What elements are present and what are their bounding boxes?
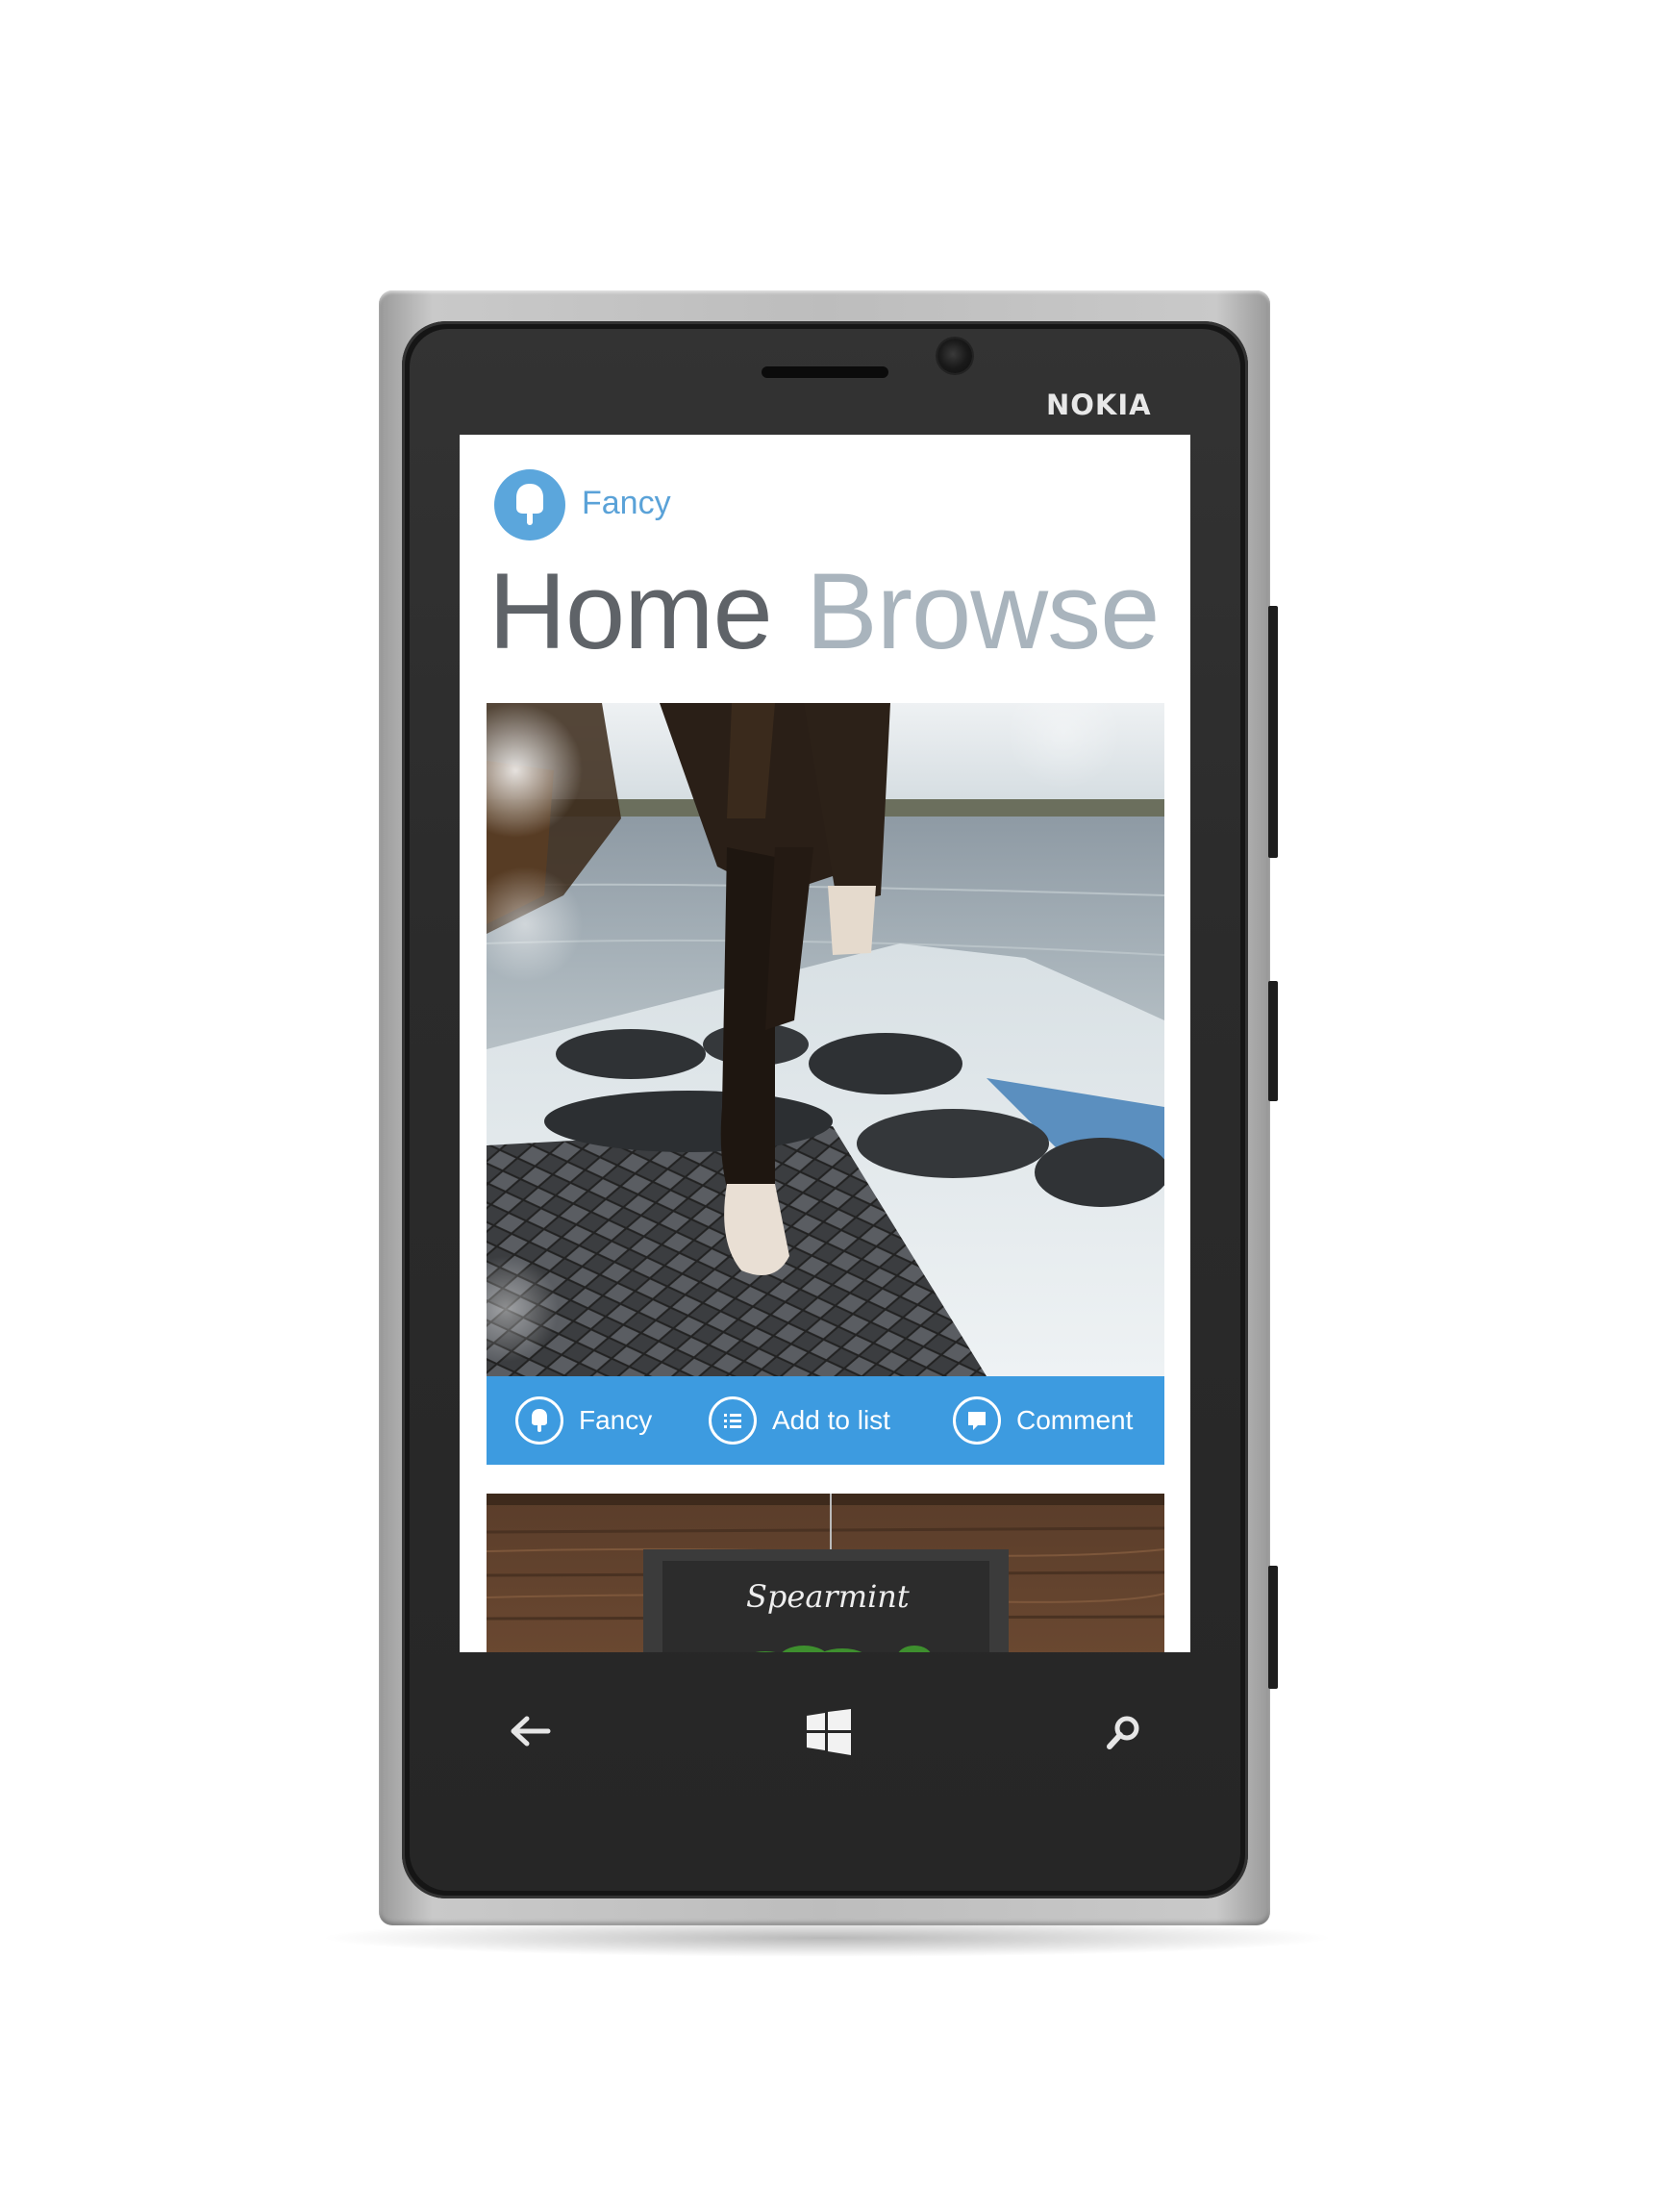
- phone-screen: Fancy Home Browse Fancy Add to list Comm…: [460, 435, 1190, 1652]
- item-action-bar: Fancy Add to list Comment: [487, 1376, 1164, 1465]
- pivot-home[interactable]: Home: [488, 558, 773, 666]
- camera-button: [1268, 1566, 1278, 1689]
- earpiece: [762, 366, 888, 378]
- add-to-list-button[interactable]: Add to list: [709, 1376, 890, 1465]
- fancy-action-label: Fancy: [579, 1405, 653, 1435]
- comment-label: Comment: [1016, 1405, 1134, 1435]
- search-icon[interactable]: [1104, 1714, 1142, 1757]
- comment-icon: [953, 1396, 1001, 1445]
- fancy-action-button[interactable]: Fancy: [515, 1376, 652, 1465]
- list-icon: [709, 1396, 757, 1445]
- front-camera: [937, 339, 972, 373]
- comment-button[interactable]: Comment: [953, 1376, 1133, 1465]
- sign-text: Spearmint: [746, 1578, 910, 1615]
- volume-button: [1268, 606, 1278, 858]
- brand-logo: NOKIA: [1046, 389, 1152, 421]
- pivot-browse[interactable]: Browse: [806, 558, 1160, 666]
- feed-photo-dog[interactable]: [487, 703, 1164, 1376]
- app-title: Fancy: [582, 485, 671, 521]
- add-to-list-label: Add to list: [772, 1405, 890, 1435]
- windows-logo-icon[interactable]: [805, 1708, 853, 1761]
- fancy-icon: [515, 1396, 563, 1445]
- back-arrow-icon[interactable]: [510, 1714, 552, 1753]
- feed-photo-spearmint[interactable]: Spearmint: [487, 1494, 1164, 1652]
- fancy-logo-icon: [494, 469, 565, 540]
- power-button: [1268, 981, 1278, 1101]
